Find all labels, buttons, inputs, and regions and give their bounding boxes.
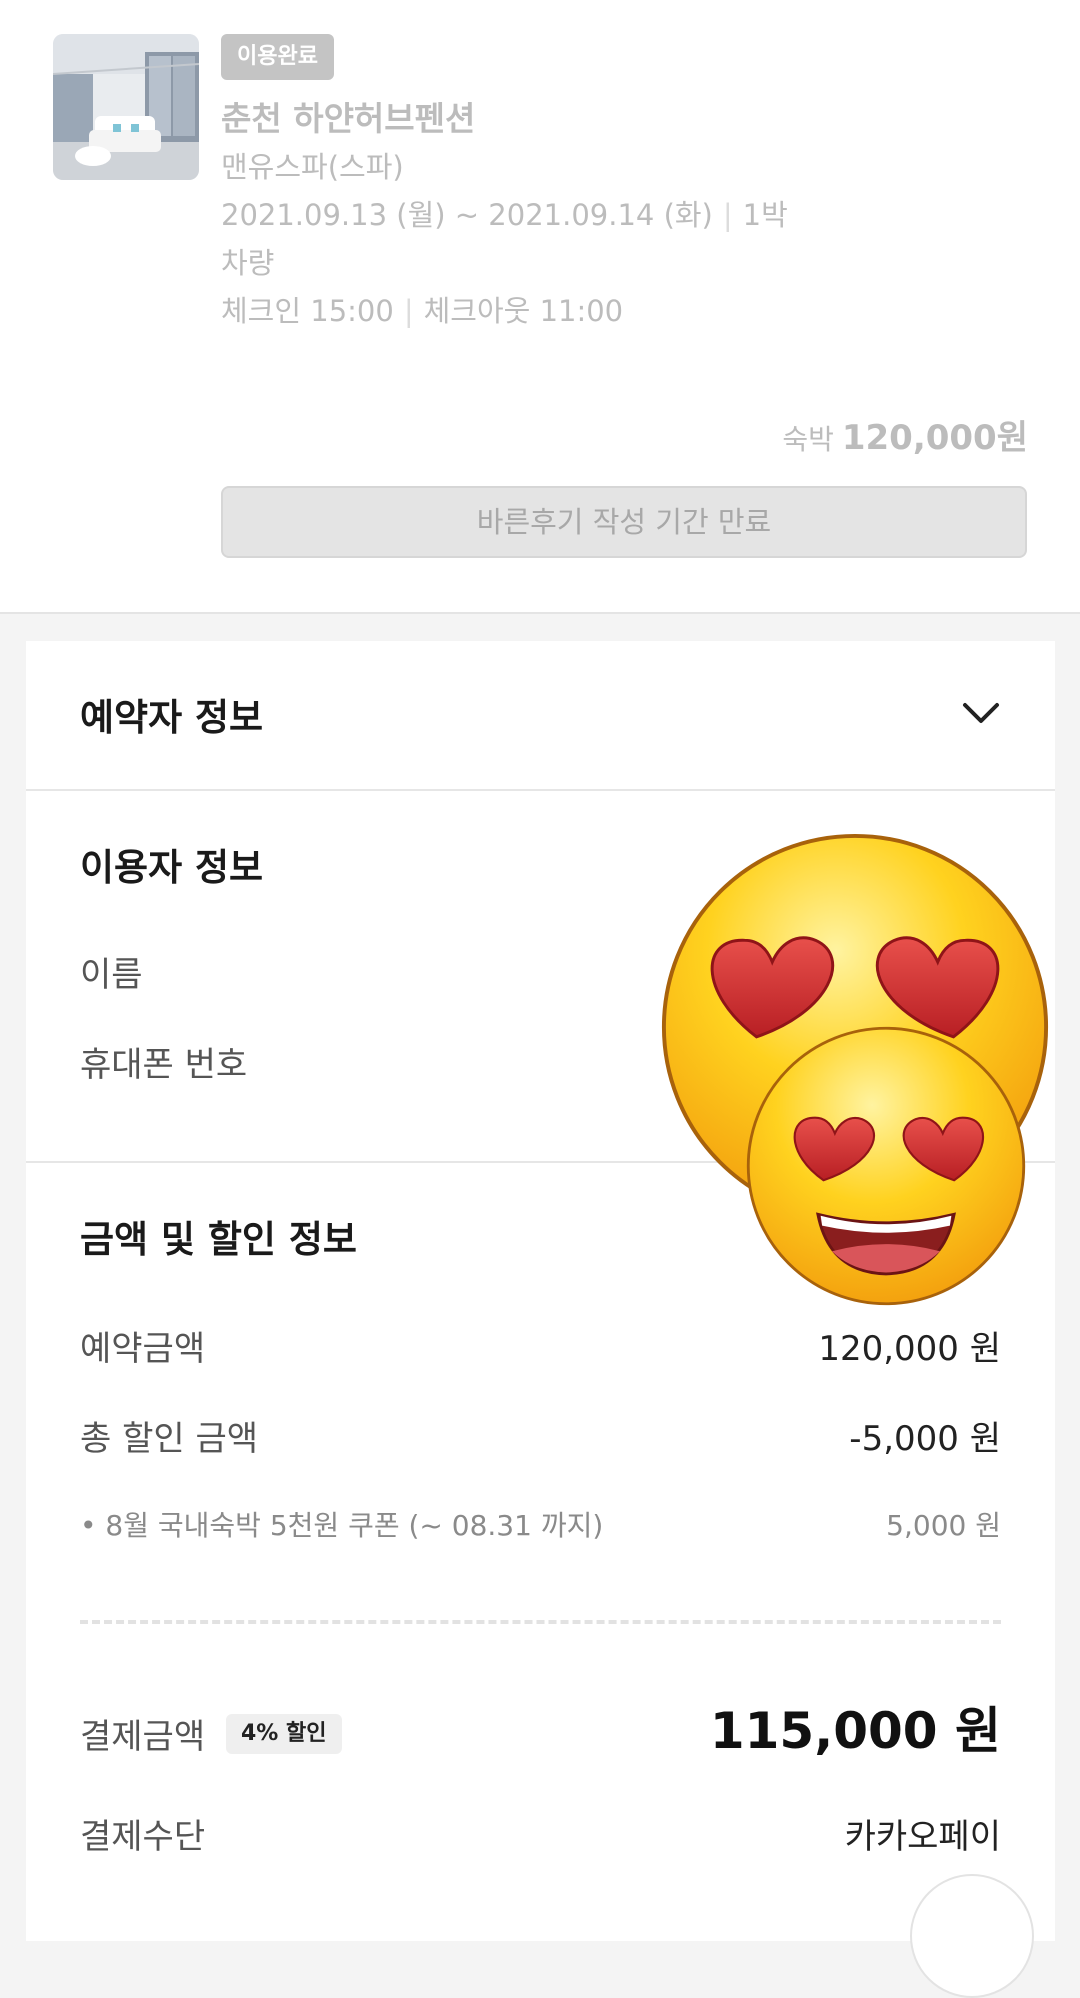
floating-action-button[interactable]: [910, 1874, 1034, 1998]
stay-dates: 2021.09.13 (월) ~ 2021.09.14 (화) | 1박: [221, 192, 788, 234]
chevron-down-icon[interactable]: [961, 699, 1001, 727]
separator: |: [722, 198, 733, 232]
divider: [26, 789, 1055, 791]
nights: 1박: [742, 198, 788, 232]
price-value: 120,000원: [841, 418, 1028, 458]
total-discount-label: 총 할인 금액: [80, 1419, 259, 1459]
reservation-amount-value: 120,000 원: [818, 1329, 1001, 1369]
payment-method-label: 결제수단: [80, 1817, 206, 1857]
phone-label: 휴대폰 번호: [80, 1045, 248, 1085]
coupon-label: • 8월 국내숙박 5천원 쿠폰 (~ 08.31 까지): [80, 1509, 604, 1542]
payment-method-value: 카카오페이: [844, 1817, 1001, 1857]
heart-eyes-emoji-icon: [746, 1026, 1026, 1306]
room-name: 맨유스파(스파): [221, 150, 404, 184]
price-label: 숙박: [782, 423, 834, 456]
date-range: 2021.09.13 (월) ~ 2021.09.14 (화): [221, 198, 713, 232]
total-discount-value: -5,000 원: [849, 1419, 1001, 1459]
payment-amount-label: 결제금액: [80, 1717, 206, 1757]
reservation-summary: 이용완료 춘천 하얀허브펜션 맨유스파(스파) 2021.09.13 (월) ~…: [0, 0, 1080, 614]
review-expired-button[interactable]: 바른후기 작성 기간 만료: [221, 486, 1027, 558]
booker-info-title[interactable]: 예약자 정보: [80, 687, 263, 741]
payment-amount-value: 115,000 원: [709, 1702, 1001, 1760]
user-info-title: 이용자 정보: [80, 846, 264, 889]
separator: |: [403, 294, 414, 328]
dashed-divider: [80, 1620, 1001, 1624]
checkin-checkout: 체크인 15:00 | 체크아웃 11:00: [221, 288, 623, 330]
room-thumbnail[interactable]: [53, 34, 199, 180]
status-badge: 이용완료: [221, 34, 334, 80]
hotel-name: 춘천 하얀허브펜션: [221, 99, 476, 138]
checkin-time: 체크인 15:00: [221, 294, 394, 328]
room-photo: [53, 34, 199, 180]
discount-rate-badge: 4% 할인: [226, 1714, 342, 1754]
visit-type: 차량: [221, 246, 275, 280]
payment-info-title: 금액 및 할인 정보: [80, 1218, 357, 1261]
name-label: 이름: [80, 955, 143, 995]
checkout-time: 체크아웃 11:00: [423, 294, 624, 328]
reservation-amount-label: 예약금액: [80, 1329, 206, 1369]
coupon-amount: 5,000 원: [886, 1509, 1001, 1542]
stay-price: 숙박 120,000원: [782, 410, 1028, 459]
